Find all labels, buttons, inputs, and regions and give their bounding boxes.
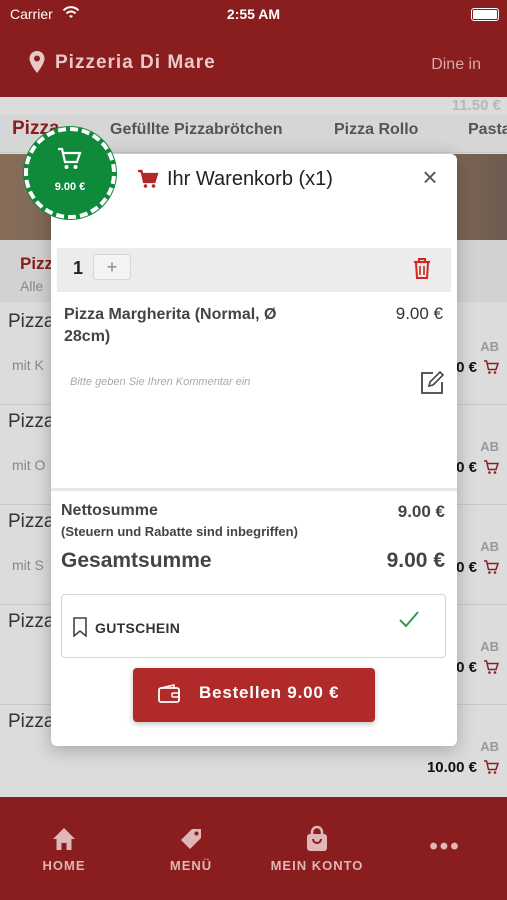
cart-icon [57,147,83,171]
location-pin-icon [28,50,46,74]
net-total-note: (Steuern und Rabatte sind inbegriffen) [61,524,298,539]
item-name: Pizza [8,311,55,332]
edit-comment-icon[interactable] [419,370,445,396]
add-to-cart-icon[interactable] [483,359,500,375]
cart-dialog: Ihr Warenkorb (x1) × 1 + Pizza Margherit… [51,154,457,746]
cart-title: Ihr Warenkorb (x1) [167,168,333,190]
checkmark-icon [397,607,421,631]
item-from-label: AB [480,539,499,554]
quantity-value: 1 [73,258,84,278]
order-button-label: Bestellen 9.00 € [199,683,340,702]
close-button[interactable]: × [417,164,443,190]
order-button[interactable]: Bestellen 9.00 € [133,668,375,722]
nav-home-label: HOME [42,858,86,873]
bottom-navigation: HOME MENÜ MEIN KONTO ••• [0,797,507,900]
trash-icon[interactable] [411,256,433,280]
add-to-cart-icon[interactable] [483,759,500,775]
dine-in-selector[interactable]: Dine in [431,56,481,74]
net-total-value: 9.00 € [397,502,445,521]
item-price: 10.00 € [426,759,477,776]
quantity-row: 1 + [57,248,451,292]
cart-badge-total: 9.00 € [54,181,86,193]
more-options-icon[interactable]: ••• [425,833,465,861]
add-to-cart-icon[interactable] [483,459,500,475]
shopping-bag-icon [303,825,331,853]
home-icon [50,825,78,853]
floating-cart-badge[interactable]: 9.00 € [24,127,116,219]
status-bar: Carrier 2:55 AM [0,6,507,26]
bookmark-icon [72,617,88,638]
item-name: Pizza [8,711,55,732]
item-from-label: AB [480,739,499,754]
cart-item-price: 9.00 € [395,304,443,323]
background-price: 11.50 € [451,97,501,114]
item-description: mit O [12,457,46,473]
clock: 2:55 AM [226,6,281,22]
nav-account-label: MEIN KONTO [270,858,364,873]
category-title: Pizz [20,254,54,273]
add-to-cart-icon[interactable] [483,659,500,675]
add-to-cart-icon[interactable] [483,559,500,575]
comment-input[interactable]: Bitte geben Sie Ihren Kommentar ein [70,376,250,388]
nav-account[interactable]: MEIN KONTO [267,825,367,875]
nav-menu[interactable]: MENÜ [141,825,241,875]
tab-pasta[interactable]: Pasta [468,121,507,139]
wallet-icon [157,683,181,705]
net-total-label: Nettosumme [61,502,158,519]
item-description: mit S [12,557,44,573]
section-divider [51,488,457,491]
nav-home[interactable]: HOME [14,825,114,875]
coupon-label: GUTSCHEIN [95,620,181,636]
grand-total-label: Gesamtsumme [61,549,212,572]
coupon-button[interactable]: GUTSCHEIN [61,594,446,658]
category-subtitle: Alle [20,278,44,294]
item-description: mit K [12,357,44,373]
tab-pizza-rollo[interactable]: Pizza Rollo [334,121,418,139]
battery-icon [471,8,499,21]
tab-gefuellte-pizzabroetchen[interactable]: Gefüllte Pizzabrötchen [110,121,282,139]
tag-icon [177,825,205,853]
cart-icon [137,168,159,190]
restaurant-name[interactable]: Pizzeria Di Mare [55,52,216,74]
increase-quantity-button[interactable]: + [93,254,131,280]
item-from-label: AB [480,639,499,654]
app-header: Carrier 2:55 AM Pizzeria Di Mare Dine in [0,0,507,97]
cart-item-name: Pizza Margherita (Normal, Ø 28cm) [64,306,277,345]
item-from-label: AB [480,439,499,454]
item-name: Pizza [8,411,55,432]
grand-total-value: 9.00 € [386,549,445,572]
item-name: Pizza [8,511,55,532]
item-from-label: AB [480,339,499,354]
item-name: Pizza [8,611,55,632]
nav-menu-label: MENÜ [169,858,213,873]
